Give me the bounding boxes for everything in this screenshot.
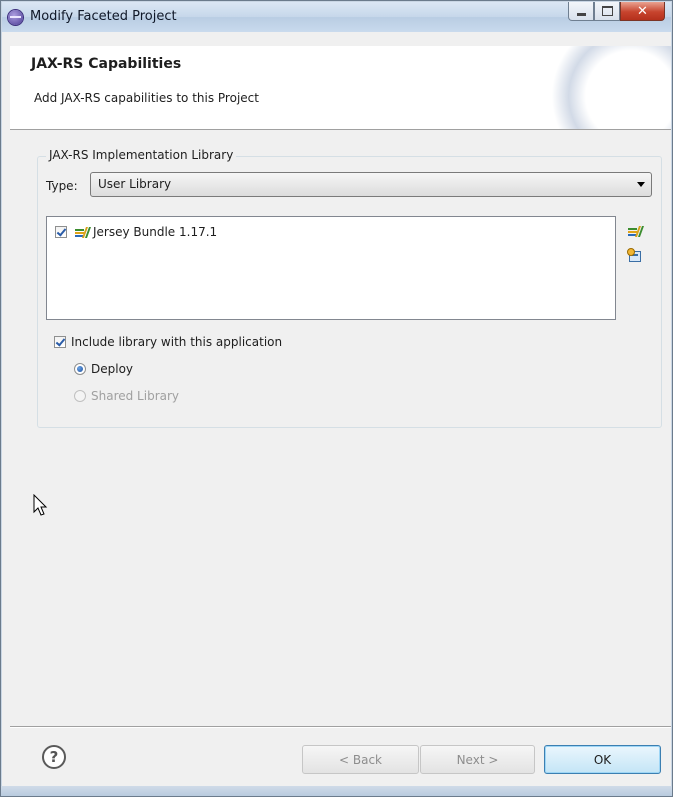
type-dropdown[interactable]: User Library [90,172,652,197]
include-library-label: Include library with this application [71,335,283,349]
back-button[interactable]: < Back [302,745,419,774]
mouse-pointer-icon [33,494,48,516]
library-books-icon [75,226,92,238]
manage-libraries-button[interactable] [626,247,646,265]
maximize-button[interactable] [594,2,620,21]
shared-library-option: Shared Library [74,389,179,403]
close-icon: ✕ [637,3,648,19]
eclipse-icon [8,10,23,25]
window-bottom-border [1,786,672,796]
help-button[interactable]: ? [42,745,66,769]
deploy-option[interactable]: Deploy [74,362,133,376]
maximize-icon [601,6,613,16]
page-description: Add JAX-RS capabilities to this Project [34,91,259,105]
minimize-icon [576,12,586,16]
close-button[interactable]: ✕ [620,2,665,21]
modify-faceted-project-dialog: Modify Faceted Project ✕ JAX-RS Capabili… [0,0,673,797]
library-list[interactable]: Jersey Bundle 1.17.1 [46,216,616,320]
shared-library-label: Shared Library [91,389,180,403]
window-title: Modify Faceted Project [30,9,177,24]
library-name: Jersey Bundle 1.17.1 [93,225,218,239]
title-bar[interactable]: Modify Faceted Project ✕ [2,2,671,32]
wizard-banner: JAX-RS Capabilities Add JAX-RS capabilit… [10,46,671,130]
add-library-icon [628,225,645,237]
help-icon: ? [49,748,59,766]
deploy-radio[interactable] [74,363,86,375]
library-checkbox[interactable] [55,226,67,238]
type-label: Type: [46,179,78,193]
list-item[interactable]: Jersey Bundle 1.17.1 [55,225,217,239]
page-title: JAX-RS Capabilities [31,56,182,72]
shared-library-radio [74,390,86,402]
group-legend: JAX-RS Implementation Library [46,148,237,162]
manage-libraries-icon [627,248,641,262]
include-library-option[interactable]: Include library with this application [54,335,282,349]
ok-button[interactable]: OK [544,745,661,774]
chevron-down-icon [637,182,645,187]
include-library-checkbox[interactable] [54,336,66,348]
deploy-label: Deploy [91,362,134,376]
minimize-button[interactable] [568,2,594,21]
next-button[interactable]: Next > [420,745,535,774]
type-dropdown-value: User Library [98,177,172,191]
footer-separator [10,726,671,728]
window-controls: ✕ [568,2,665,21]
add-library-button[interactable] [626,222,646,240]
